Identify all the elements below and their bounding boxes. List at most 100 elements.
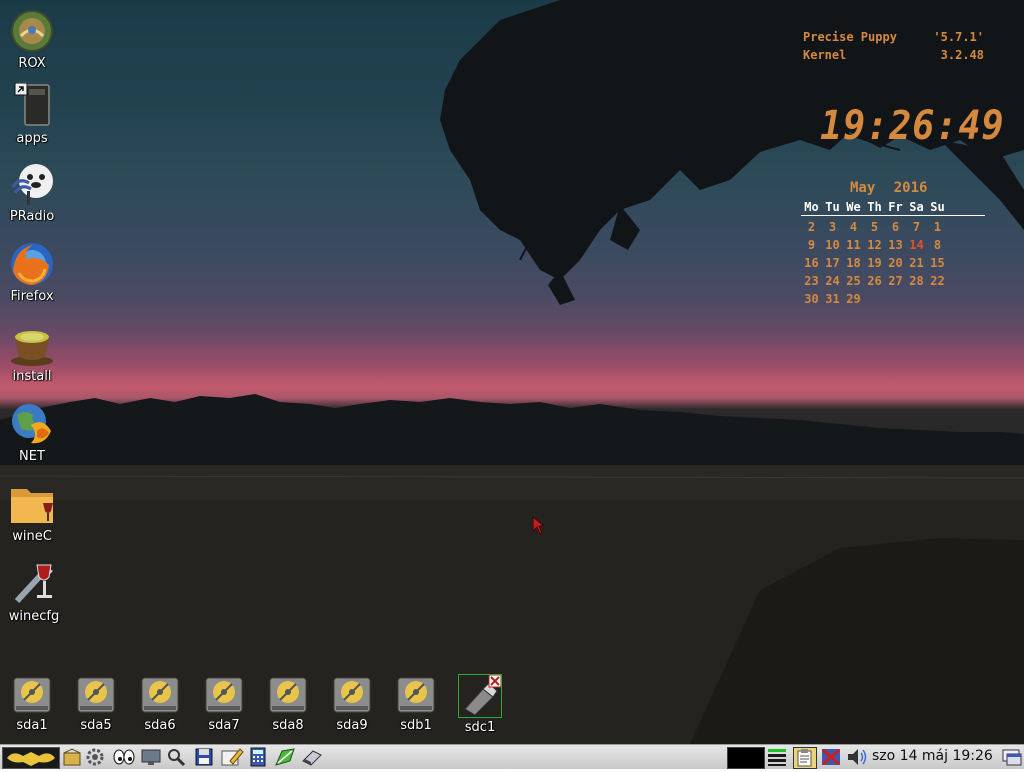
calendar-day: 5: [870, 220, 879, 234]
kernel-label: Kernel: [803, 48, 847, 62]
eraser-icon[interactable]: [301, 747, 323, 767]
install-teacup-icon: [9, 321, 55, 367]
hard-drive-icon: [74, 674, 118, 716]
calendar-day: 22: [930, 274, 945, 288]
calendar-weekday-header: Mo Tu We Th Fr Sa Su: [801, 200, 985, 216]
monitor-icon[interactable]: [140, 747, 162, 767]
icon-label: PRadio: [9, 209, 55, 224]
calendar-day: 1: [933, 220, 942, 234]
show-desktop-icon[interactable]: [1001, 747, 1023, 767]
drive-icon-sdc1[interactable]: sdc1: [449, 674, 511, 735]
calendar-month: May: [850, 180, 876, 196]
calendar-day-today: 14: [909, 238, 924, 252]
calendar-week-row: 16 17 18 19 20 21 15: [801, 256, 985, 270]
os-version: '5.7.1': [933, 30, 984, 44]
draw-icon[interactable]: [274, 747, 296, 767]
taskbar-clock[interactable]: szo 14 máj 19:26: [872, 748, 993, 764]
drive-icon-sda9[interactable]: sda9: [321, 674, 383, 733]
usb-drive-icon: [458, 674, 502, 718]
icon-label: apps: [16, 131, 48, 146]
icon-label: ROX: [18, 56, 46, 71]
icon-label: winecfg: [8, 609, 60, 624]
desktop-icon-install[interactable]: install: [1, 321, 63, 384]
mouse-pointer-icon: [532, 516, 546, 535]
desktop-background: ROX apps PRadio Firefox install NET wine…: [0, 0, 1024, 744]
weekday-fr: Fr: [888, 200, 903, 214]
calendar-day: 18: [846, 256, 861, 270]
search-icon[interactable]: [166, 747, 186, 767]
hard-drive-icon: [10, 674, 54, 716]
calendar-day: 19: [867, 256, 882, 270]
drive-icon-sda7[interactable]: sda7: [193, 674, 255, 733]
calendar-week-row: 23 24 25 26 27 28 22: [801, 274, 985, 288]
calendar-day: 17: [825, 256, 840, 270]
drive-label: sda7: [208, 718, 240, 733]
calendar-day: 21: [909, 256, 924, 270]
firewall-icon[interactable]: [820, 747, 842, 767]
eyes-icon[interactable]: [112, 747, 136, 767]
desktop-icon-pradio[interactable]: PRadio: [1, 161, 63, 224]
calendar-day: 20: [888, 256, 903, 270]
pager-widget[interactable]: [727, 747, 765, 769]
hard-drive-icon: [266, 674, 310, 716]
drive-icon-sda1[interactable]: sda1: [1, 674, 63, 733]
calendar-day: 11: [846, 238, 861, 252]
calendar-day: 3: [828, 220, 837, 234]
calendar-week-row: 9 10 11 12 13 14 8: [801, 238, 985, 252]
hard-drive-icon: [202, 674, 246, 716]
pradio-icon: [9, 161, 55, 207]
calendar-day: 24: [825, 274, 840, 288]
drive-icon-sda5[interactable]: sda5: [65, 674, 127, 733]
icon-label: install: [12, 369, 52, 384]
desktop-icon-net[interactable]: NET: [1, 401, 63, 464]
calendar-day: 12: [867, 238, 882, 252]
firefox-icon: [9, 241, 55, 287]
calendar-day: 27: [888, 274, 903, 288]
clipboard-icon[interactable]: [793, 747, 817, 769]
calendar-day: 31: [825, 292, 840, 306]
desktop-icon-winec[interactable]: wineC: [1, 481, 63, 544]
drive-label: sdb1: [400, 718, 432, 733]
weekday-th: Th: [867, 200, 882, 214]
network-status-icon[interactable]: [766, 747, 788, 767]
calendar-day: 28: [909, 274, 924, 288]
icon-label: NET: [19, 449, 45, 464]
hard-drive-icon: [138, 674, 182, 716]
desktop-icon-firefox[interactable]: Firefox: [1, 241, 63, 304]
calendar-day: 16: [804, 256, 819, 270]
calendar-day: 9: [807, 238, 816, 252]
settings-gear-icon[interactable]: [85, 747, 105, 767]
drive-label: sda1: [16, 718, 48, 733]
calculator-icon[interactable]: [248, 747, 268, 767]
drive-label: sda8: [272, 718, 304, 733]
calendar-day: 8: [933, 238, 942, 252]
kernel-row: Kernel 3.2.48: [800, 48, 990, 66]
save-floppy-icon[interactable]: [194, 747, 214, 767]
edit-icon[interactable]: [220, 747, 244, 767]
desktop-icon-winecfg[interactable]: winecfg: [3, 561, 65, 624]
os-name: Precise Puppy: [803, 30, 897, 44]
menu-logo-icon[interactable]: [2, 747, 60, 769]
conky-clock: 19:26:49: [820, 103, 1005, 149]
weekday-tu: Tu: [825, 200, 840, 214]
calendar-grid: Mo Tu We Th Fr Sa Su 2 3 4 5 6 7 1 9 10 …: [801, 200, 985, 306]
desktop-icon-apps[interactable]: apps: [1, 82, 63, 146]
calendar-day: 26: [867, 274, 882, 288]
package-icon[interactable]: [62, 747, 82, 767]
calendar-day: 15: [930, 256, 945, 270]
calendar-day: 29: [846, 292, 861, 306]
volume-icon[interactable]: [846, 747, 868, 767]
hard-drive-icon: [330, 674, 374, 716]
weekday-su: Su: [930, 200, 945, 214]
winecfg-icon: [11, 561, 57, 607]
drive-icon-sda8[interactable]: sda8: [257, 674, 319, 733]
hard-drive-icon: [394, 674, 438, 716]
drive-label: sda9: [336, 718, 368, 733]
drive-icon-sdb1[interactable]: sdb1: [385, 674, 447, 733]
desktop-icon-rox[interactable]: ROX: [1, 8, 63, 71]
drive-label: sda5: [80, 718, 112, 733]
weekday-mo: Mo: [804, 200, 819, 214]
drive-icon-sda6[interactable]: sda6: [129, 674, 191, 733]
calendar-day: 13: [888, 238, 903, 252]
calendar-day: 25: [846, 274, 861, 288]
